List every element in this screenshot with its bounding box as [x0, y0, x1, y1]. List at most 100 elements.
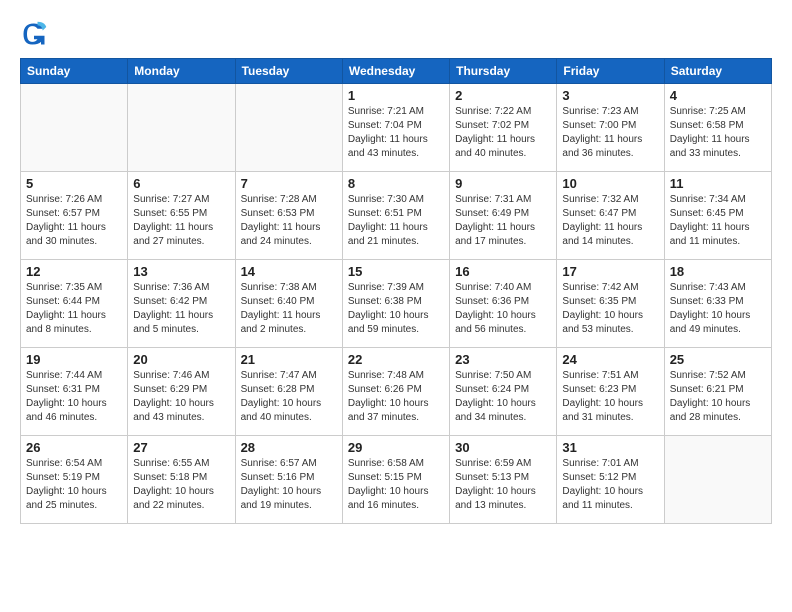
calendar-cell: 27 Sunrise: 6:55 AM Sunset: 5:18 PM Dayli…: [128, 436, 235, 524]
day-info: Sunrise: 7:26 AM Sunset: 6:57 PM Dayligh…: [26, 193, 122, 249]
day-number: 13: [133, 264, 229, 279]
day-number: 14: [241, 264, 337, 279]
day-info: Sunrise: 7:21 AM Sunset: 7:04 PM Dayligh…: [348, 105, 444, 161]
header-day-sunday: Sunday: [21, 59, 128, 84]
day-info: Sunrise: 7:01 AM Sunset: 5:12 PM Dayligh…: [562, 457, 658, 513]
calendar-cell: 24 Sunrise: 7:51 AM Sunset: 6:23 PM Dayli…: [557, 348, 664, 436]
day-number: 16: [455, 264, 551, 279]
day-number: 2: [455, 88, 551, 103]
header-day-monday: Monday: [128, 59, 235, 84]
calendar-cell: 22Sunrise: 7:48 AM Sunset: 6:26 PM Dayli…: [342, 348, 449, 436]
calendar-cell: 21 Sunrise: 7:47 AM Sunset: 6:28 PM Dayli…: [235, 348, 342, 436]
calendar-cell: 23 Sunrise: 7:50 AM Sunset: 6:24 PM Dayli…: [450, 348, 557, 436]
calendar: SundayMondayTuesdayWednesdayThursdayFrid…: [20, 58, 772, 524]
day-number: 19: [26, 352, 122, 367]
day-number: 1: [348, 88, 444, 103]
day-info: Sunrise: 7:50 AM Sunset: 6:24 PM Dayligh…: [455, 369, 551, 425]
day-info: Sunrise: 7:47 AM Sunset: 6:28 PM Dayligh…: [241, 369, 337, 425]
day-number: 27: [133, 440, 229, 455]
day-number: 24: [562, 352, 658, 367]
calendar-cell: 4 Sunrise: 7:25 AM Sunset: 6:58 PM Daylig…: [664, 84, 771, 172]
day-number: 10: [562, 176, 658, 191]
calendar-week-4: 19 Sunrise: 7:44 AM Sunset: 6:31 PM Dayli…: [21, 348, 772, 436]
calendar-cell: 17 Sunrise: 7:42 AM Sunset: 6:35 PM Dayli…: [557, 260, 664, 348]
day-info: Sunrise: 7:42 AM Sunset: 6:35 PM Dayligh…: [562, 281, 658, 337]
day-info: Sunrise: 6:59 AM Sunset: 5:13 PM Dayligh…: [455, 457, 551, 513]
calendar-cell: 12Sunrise: 7:35 AM Sunset: 6:44 PM Dayli…: [21, 260, 128, 348]
day-number: 12: [26, 264, 122, 279]
calendar-cell: 14 Sunrise: 7:38 AM Sunset: 6:40 PM Dayli…: [235, 260, 342, 348]
day-info: Sunrise: 7:28 AM Sunset: 6:53 PM Dayligh…: [241, 193, 337, 249]
calendar-cell: [128, 84, 235, 172]
calendar-week-5: 26 Sunrise: 6:54 AM Sunset: 5:19 PM Dayli…: [21, 436, 772, 524]
calendar-cell: 11 Sunrise: 7:34 AM Sunset: 6:45 PM Dayli…: [664, 172, 771, 260]
day-info: Sunrise: 6:55 AM Sunset: 5:18 PM Dayligh…: [133, 457, 229, 513]
day-number: 28: [241, 440, 337, 455]
day-number: 26: [26, 440, 122, 455]
header-day-thursday: Thursday: [450, 59, 557, 84]
day-number: 11: [670, 176, 766, 191]
day-info: Sunrise: 7:52 AM Sunset: 6:21 PM Dayligh…: [670, 369, 766, 425]
day-number: 18: [670, 264, 766, 279]
day-number: 21: [241, 352, 337, 367]
calendar-week-3: 12Sunrise: 7:35 AM Sunset: 6:44 PM Dayli…: [21, 260, 772, 348]
day-number: 25: [670, 352, 766, 367]
calendar-cell: 25 Sunrise: 7:52 AM Sunset: 6:21 PM Dayli…: [664, 348, 771, 436]
calendar-cell: [235, 84, 342, 172]
day-number: 15: [348, 264, 444, 279]
calendar-cell: 6Sunrise: 7:27 AM Sunset: 6:55 PM Daylig…: [128, 172, 235, 260]
day-number: 30: [455, 440, 551, 455]
day-info: Sunrise: 7:25 AM Sunset: 6:58 PM Dayligh…: [670, 105, 766, 161]
calendar-cell: 28 Sunrise: 6:57 AM Sunset: 5:16 PM Dayli…: [235, 436, 342, 524]
day-info: Sunrise: 7:30 AM Sunset: 6:51 PM Dayligh…: [348, 193, 444, 249]
calendar-cell: 18 Sunrise: 7:43 AM Sunset: 6:33 PM Dayli…: [664, 260, 771, 348]
day-info: Sunrise: 6:54 AM Sunset: 5:19 PM Dayligh…: [26, 457, 122, 513]
day-number: 22: [348, 352, 444, 367]
calendar-cell: 9 Sunrise: 7:31 AM Sunset: 6:49 PM Daylig…: [450, 172, 557, 260]
day-info: Sunrise: 7:46 AM Sunset: 6:29 PM Dayligh…: [133, 369, 229, 425]
day-info: Sunrise: 7:32 AM Sunset: 6:47 PM Dayligh…: [562, 193, 658, 249]
day-info: Sunrise: 7:51 AM Sunset: 6:23 PM Dayligh…: [562, 369, 658, 425]
calendar-cell: 1 Sunrise: 7:21 AM Sunset: 7:04 PM Daylig…: [342, 84, 449, 172]
day-info: Sunrise: 7:36 AM Sunset: 6:42 PM Dayligh…: [133, 281, 229, 337]
calendar-cell: 2Sunrise: 7:22 AM Sunset: 7:02 PM Daylig…: [450, 84, 557, 172]
header-day-tuesday: Tuesday: [235, 59, 342, 84]
day-number: 29: [348, 440, 444, 455]
calendar-cell: 31Sunrise: 7:01 AM Sunset: 5:12 PM Dayli…: [557, 436, 664, 524]
day-number: 23: [455, 352, 551, 367]
header-day-wednesday: Wednesday: [342, 59, 449, 84]
logo: [20, 20, 52, 48]
calendar-cell: 7 Sunrise: 7:28 AM Sunset: 6:53 PM Daylig…: [235, 172, 342, 260]
day-info: Sunrise: 7:31 AM Sunset: 6:49 PM Dayligh…: [455, 193, 551, 249]
calendar-cell: 13 Sunrise: 7:36 AM Sunset: 6:42 PM Dayli…: [128, 260, 235, 348]
calendar-cell: 8 Sunrise: 7:30 AM Sunset: 6:51 PM Daylig…: [342, 172, 449, 260]
calendar-cell: 29 Sunrise: 6:58 AM Sunset: 5:15 PM Dayli…: [342, 436, 449, 524]
day-info: Sunrise: 7:34 AM Sunset: 6:45 PM Dayligh…: [670, 193, 766, 249]
calendar-week-1: 1 Sunrise: 7:21 AM Sunset: 7:04 PM Daylig…: [21, 84, 772, 172]
day-info: Sunrise: 7:39 AM Sunset: 6:38 PM Dayligh…: [348, 281, 444, 337]
day-number: 5: [26, 176, 122, 191]
calendar-cell: [21, 84, 128, 172]
day-info: Sunrise: 6:57 AM Sunset: 5:16 PM Dayligh…: [241, 457, 337, 513]
day-info: Sunrise: 6:58 AM Sunset: 5:15 PM Dayligh…: [348, 457, 444, 513]
day-number: 7: [241, 176, 337, 191]
header-day-friday: Friday: [557, 59, 664, 84]
calendar-cell: 3 Sunrise: 7:23 AM Sunset: 7:00 PM Daylig…: [557, 84, 664, 172]
day-number: 4: [670, 88, 766, 103]
day-number: 8: [348, 176, 444, 191]
calendar-cell: 20 Sunrise: 7:46 AM Sunset: 6:29 PM Dayli…: [128, 348, 235, 436]
calendar-cell: 5 Sunrise: 7:26 AM Sunset: 6:57 PM Daylig…: [21, 172, 128, 260]
calendar-cell: 26 Sunrise: 6:54 AM Sunset: 5:19 PM Dayli…: [21, 436, 128, 524]
day-info: Sunrise: 7:44 AM Sunset: 6:31 PM Dayligh…: [26, 369, 122, 425]
page-header: [20, 20, 772, 48]
day-info: Sunrise: 7:23 AM Sunset: 7:00 PM Dayligh…: [562, 105, 658, 161]
calendar-cell: 10 Sunrise: 7:32 AM Sunset: 6:47 PM Dayli…: [557, 172, 664, 260]
day-info: Sunrise: 7:43 AM Sunset: 6:33 PM Dayligh…: [670, 281, 766, 337]
day-number: 20: [133, 352, 229, 367]
day-info: Sunrise: 7:38 AM Sunset: 6:40 PM Dayligh…: [241, 281, 337, 337]
day-number: 3: [562, 88, 658, 103]
day-number: 17: [562, 264, 658, 279]
day-number: 9: [455, 176, 551, 191]
calendar-week-2: 5 Sunrise: 7:26 AM Sunset: 6:57 PM Daylig…: [21, 172, 772, 260]
calendar-header-row: SundayMondayTuesdayWednesdayThursdayFrid…: [21, 59, 772, 84]
